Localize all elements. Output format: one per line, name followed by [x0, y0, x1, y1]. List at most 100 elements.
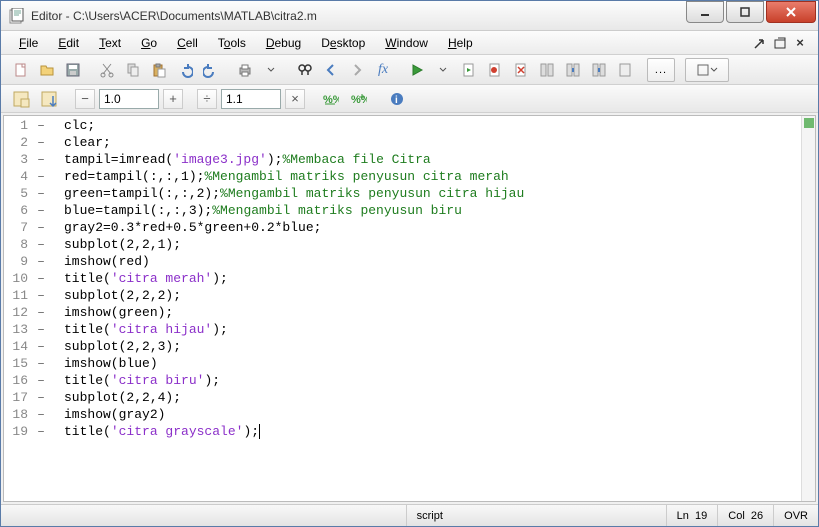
cell-eval-button[interactable] — [9, 87, 33, 111]
close-button[interactable] — [766, 1, 816, 23]
fold-mark[interactable]: – — [34, 305, 48, 322]
line-number[interactable]: 10 — [4, 271, 34, 288]
step-button[interactable] — [535, 58, 559, 82]
clear-breakpoints-button[interactable] — [509, 58, 533, 82]
line-number[interactable]: 6 — [4, 203, 34, 220]
line-number[interactable]: 17 — [4, 390, 34, 407]
line-number[interactable]: 12 — [4, 305, 34, 322]
percent-button[interactable]: %% — [319, 87, 343, 111]
code-line[interactable]: clear; — [64, 135, 801, 152]
code-line[interactable]: red=tampil(:,:,1);%Mengambil matriks pen… — [64, 169, 801, 186]
cut-button[interactable] — [95, 58, 119, 82]
continue-button[interactable] — [613, 58, 637, 82]
line-number[interactable]: 18 — [4, 407, 34, 424]
menu-edit[interactable]: Edit — [50, 34, 87, 52]
fold-mark[interactable]: – — [34, 135, 48, 152]
code-line[interactable]: imshow(green); — [64, 305, 801, 322]
percent-plus-button[interactable]: %% — [347, 87, 371, 111]
menu-file[interactable]: File — [11, 34, 46, 52]
info-button[interactable]: i — [385, 87, 409, 111]
code-line[interactable]: blue=tampil(:,:,3);%Mengambil matriks pe… — [64, 203, 801, 220]
code-line[interactable]: imshow(red) — [64, 254, 801, 271]
fold-mark[interactable]: – — [34, 322, 48, 339]
fold-mark[interactable]: – — [34, 203, 48, 220]
code-analyzer-strip[interactable] — [801, 116, 815, 501]
code-line[interactable]: imshow(gray2) — [64, 407, 801, 424]
code-line[interactable]: tampil=imread('image3.jpg');%Membaca fil… — [64, 152, 801, 169]
code-line[interactable]: subplot(2,2,4); — [64, 390, 801, 407]
print-button[interactable] — [233, 58, 257, 82]
line-number[interactable]: 4 — [4, 169, 34, 186]
code-line[interactable]: title('citra biru'); — [64, 373, 801, 390]
code-area[interactable]: clc;clear;tampil=imread('image3.jpg');%M… — [48, 116, 801, 501]
divide-button[interactable]: ÷ — [197, 89, 217, 109]
line-number[interactable]: 5 — [4, 186, 34, 203]
code-line[interactable]: gray2=0.3*red+0.5*green+0.2*blue; — [64, 220, 801, 237]
back-button[interactable] — [319, 58, 343, 82]
open-file-button[interactable] — [35, 58, 59, 82]
line-number[interactable]: 14 — [4, 339, 34, 356]
menu-go[interactable]: Go — [133, 34, 165, 52]
save-button[interactable] — [61, 58, 85, 82]
fold-mark[interactable]: – — [34, 339, 48, 356]
fold-mark[interactable]: – — [34, 373, 48, 390]
forward-button[interactable] — [345, 58, 369, 82]
increment-field[interactable] — [99, 89, 159, 109]
line-number[interactable]: 2 — [4, 135, 34, 152]
run-dropdown[interactable] — [431, 58, 455, 82]
new-file-button[interactable] — [9, 58, 33, 82]
code-line[interactable]: title('citra grayscale'); — [64, 424, 801, 441]
breakpoint-column[interactable]: ––––––––––––––––––– — [34, 116, 48, 501]
code-line[interactable]: subplot(2,2,2); — [64, 288, 801, 305]
code-line[interactable]: subplot(2,2,3); — [64, 339, 801, 356]
maximize-button[interactable] — [726, 1, 764, 23]
line-number[interactable]: 15 — [4, 356, 34, 373]
run-button[interactable] — [405, 58, 429, 82]
cell-advance-button[interactable] — [37, 87, 61, 111]
step-out-button[interactable] — [587, 58, 611, 82]
times-button[interactable]: × — [285, 89, 305, 109]
line-number[interactable]: 9 — [4, 254, 34, 271]
close-pane-icon[interactable]: × — [792, 35, 808, 51]
code-editor[interactable]: 12345678910111213141516171819 ––––––––––… — [3, 115, 816, 502]
fold-mark[interactable]: – — [34, 118, 48, 135]
paste-button[interactable] — [147, 58, 171, 82]
menu-tools[interactable]: Tools — [210, 34, 254, 52]
fold-mark[interactable]: – — [34, 254, 48, 271]
step-in-button[interactable] — [561, 58, 585, 82]
line-number[interactable]: 19 — [4, 424, 34, 441]
line-number[interactable]: 8 — [4, 237, 34, 254]
fold-mark[interactable]: – — [34, 424, 48, 441]
run-advance-button[interactable] — [457, 58, 481, 82]
line-gutter[interactable]: 12345678910111213141516171819 — [4, 116, 34, 501]
code-line[interactable]: green=tampil(:,:,2);%Mengambil matriks p… — [64, 186, 801, 203]
print-dropdown[interactable] — [259, 58, 283, 82]
minimize-button[interactable] — [686, 1, 724, 23]
menu-help[interactable]: Help — [440, 34, 481, 52]
code-line[interactable]: subplot(2,2,1); — [64, 237, 801, 254]
copy-button[interactable] — [121, 58, 145, 82]
fold-mark[interactable]: – — [34, 152, 48, 169]
fold-mark[interactable]: – — [34, 169, 48, 186]
line-number[interactable]: 16 — [4, 373, 34, 390]
minus-button[interactable]: − — [75, 89, 95, 109]
more-button[interactable]: ... — [647, 58, 675, 82]
line-number[interactable]: 7 — [4, 220, 34, 237]
fold-mark[interactable]: – — [34, 237, 48, 254]
fold-mark[interactable]: – — [34, 407, 48, 424]
plus-button[interactable]: + — [163, 89, 183, 109]
menu-text[interactable]: Text — [91, 34, 129, 52]
code-line[interactable]: imshow(blue) — [64, 356, 801, 373]
undo-button[interactable] — [173, 58, 197, 82]
fold-mark[interactable]: – — [34, 390, 48, 407]
menu-window[interactable]: Window — [377, 34, 436, 52]
menu-cell[interactable]: Cell — [169, 34, 206, 52]
titlebar[interactable]: Editor - C:\Users\ACER\Documents\MATLAB\… — [1, 1, 818, 31]
line-number[interactable]: 11 — [4, 288, 34, 305]
fold-mark[interactable]: – — [34, 288, 48, 305]
code-line[interactable]: title('citra merah'); — [64, 271, 801, 288]
line-number[interactable]: 1 — [4, 118, 34, 135]
find-button[interactable] — [293, 58, 317, 82]
menu-desktop[interactable]: Desktop — [313, 34, 373, 52]
fx-button[interactable]: fx — [371, 58, 395, 82]
